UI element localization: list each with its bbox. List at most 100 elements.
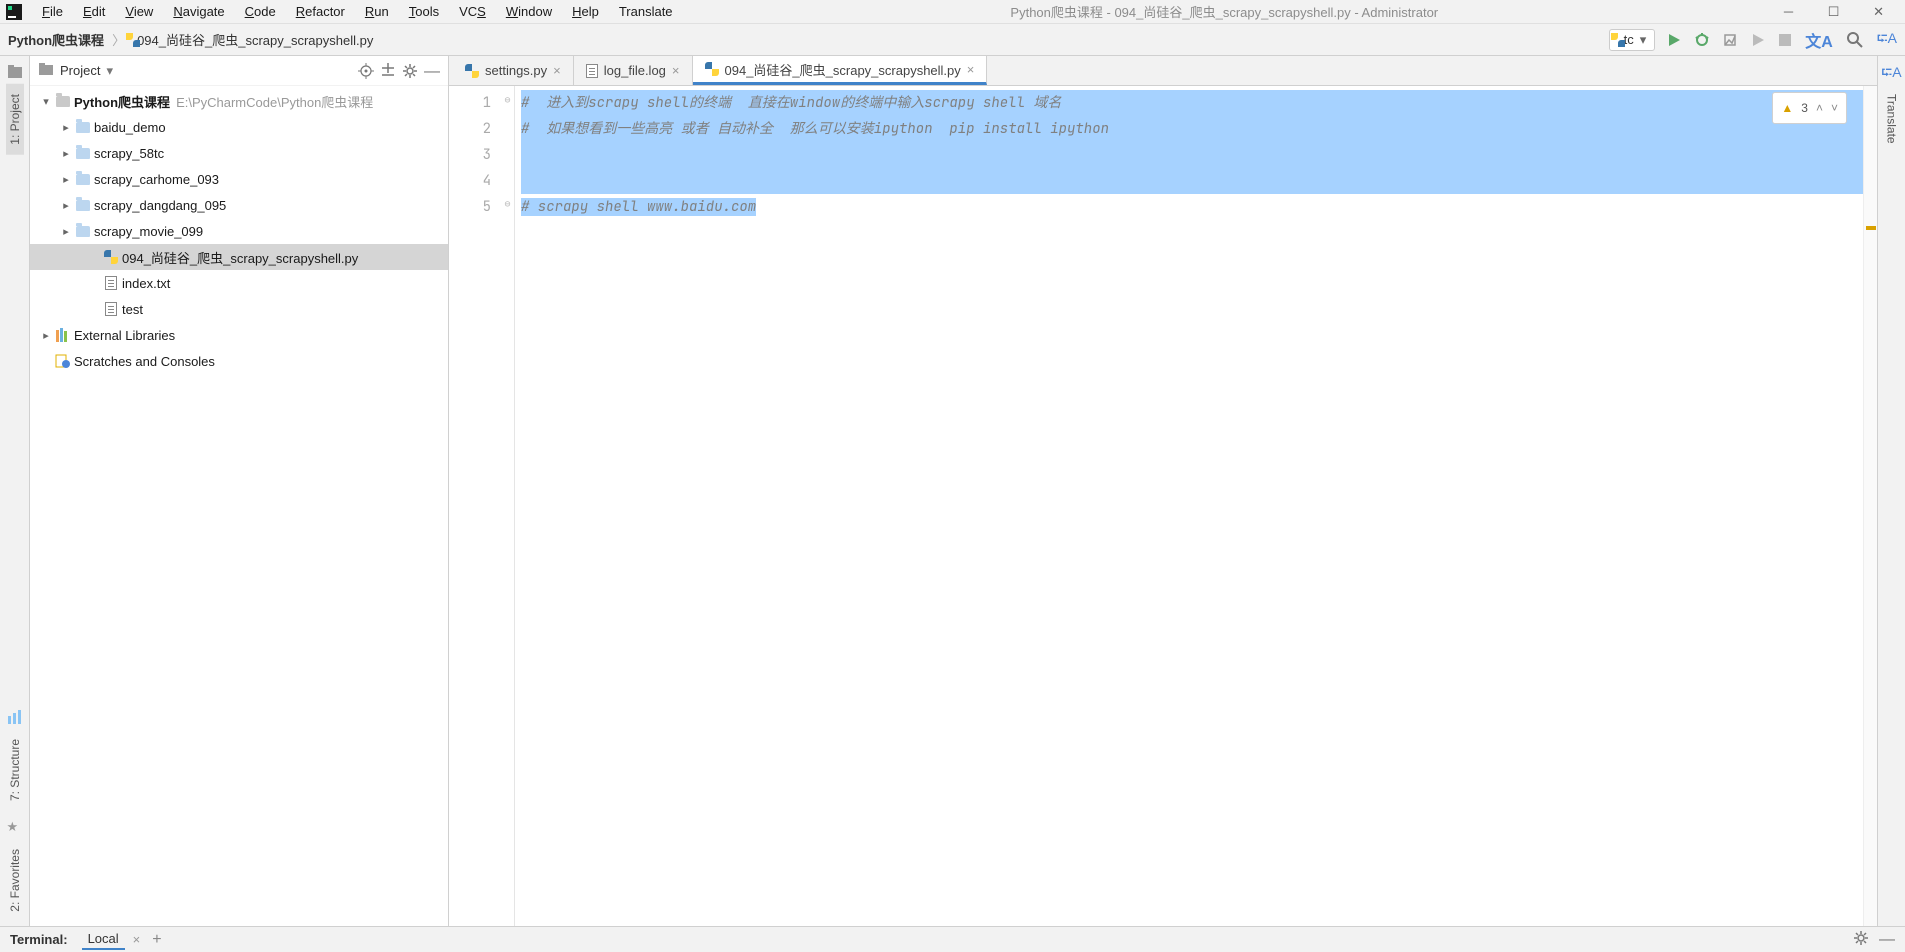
project-tree[interactable]: ▾ Python爬虫课程 E:\PyCharmCode\Python爬虫课程 ▸… — [30, 86, 448, 926]
translate-icon[interactable]: ⮓A — [1881, 62, 1901, 86]
menu-code[interactable]: Code — [235, 2, 286, 21]
menu-edit[interactable]: Edit — [73, 2, 115, 21]
coverage-button[interactable] — [1723, 33, 1737, 47]
code-line[interactable]: # 如果想看到一些高亮 或者 自动补全 那么可以安装ipython pip in… — [515, 116, 1863, 142]
tree-item-label: scrapy_58tc — [94, 146, 164, 161]
inspection-widget[interactable]: ▲ 3 ˄ ˅ — [1772, 92, 1847, 124]
translate-tool-tab[interactable]: Translate — [1885, 94, 1899, 144]
app-icon — [4, 2, 24, 22]
fold-gutter[interactable]: ⊖⊖ — [501, 86, 515, 926]
chevron-down-icon[interactable]: ˅ — [1831, 95, 1838, 121]
close-window-button[interactable]: ✕ — [1856, 0, 1901, 24]
menu-view[interactable]: View — [115, 2, 163, 21]
add-terminal-button[interactable]: + — [152, 931, 161, 949]
tree-external-libraries[interactable]: ▸ External Libraries — [30, 322, 448, 348]
editor-error-stripe[interactable] — [1863, 86, 1877, 926]
terminal-label[interactable]: Terminal: — [10, 932, 68, 947]
tree-root[interactable]: ▾ Python爬虫课程 E:\PyCharmCode\Python爬虫课程 — [30, 88, 448, 114]
stop-button[interactable] — [1779, 34, 1791, 46]
translate-icon[interactable]: 文A — [1805, 28, 1833, 52]
editor-gutter[interactable]: 12345 — [449, 86, 501, 926]
project-header-title[interactable]: Project — [60, 63, 100, 78]
menu-translate[interactable]: Translate — [609, 2, 683, 21]
code-line[interactable]: # 进入到scrapy shell的终端 直接在window的终端中输入scra… — [515, 90, 1863, 116]
chevron-right-icon[interactable]: ▸ — [38, 329, 54, 342]
structure-rail-icon — [7, 709, 23, 725]
maximize-button[interactable]: ☐ — [1811, 0, 1856, 24]
tree-item-label: index.txt — [122, 276, 170, 291]
favorites-rail-icon: ★ — [7, 819, 23, 835]
debug-button[interactable] — [1695, 33, 1709, 47]
menu-window[interactable]: Window — [496, 2, 562, 21]
chevron-right-icon[interactable]: ▸ — [58, 173, 74, 186]
locate-icon[interactable] — [358, 63, 374, 79]
menu-navigate[interactable]: Navigate — [163, 2, 234, 21]
folder-icon — [74, 148, 92, 159]
hide-tool-window-icon[interactable]: — — [424, 63, 440, 79]
tree-item[interactable]: ▸scrapy_dangdang_095 — [30, 192, 448, 218]
tree-item[interactable]: test — [30, 296, 448, 322]
project-rail-icon — [7, 64, 23, 80]
code-line[interactable]: # scrapy shell www.baidu.com — [515, 194, 1863, 220]
menu-tools[interactable]: Tools — [399, 2, 449, 21]
breadcrumb-file[interactable]: 094_尚硅谷_爬虫_scrapy_scrapyshell.py — [137, 30, 373, 49]
tree-item[interactable]: ▸scrapy_movie_099 — [30, 218, 448, 244]
code-line[interactable] — [515, 168, 1863, 194]
project-tool-tab[interactable]: 1: Project — [6, 84, 24, 155]
chevron-right-icon[interactable]: ▸ — [58, 121, 74, 134]
menu-refactor[interactable]: Refactor — [286, 2, 355, 21]
gear-icon[interactable] — [1853, 930, 1869, 949]
chevron-up-icon[interactable]: ˄ — [1816, 95, 1823, 121]
code-line[interactable] — [515, 142, 1863, 168]
structure-tool-tab[interactable]: 7: Structure — [6, 729, 24, 811]
navigation-bar: Python爬虫课程 〉 094_尚硅谷_爬虫_scrapy_scrapyshe… — [0, 24, 1905, 56]
close-icon[interactable]: × — [133, 932, 141, 947]
tree-item[interactable]: 094_尚硅谷_爬虫_scrapy_scrapyshell.py — [30, 244, 448, 270]
favorites-tool-tab[interactable]: 2: Favorites — [6, 839, 24, 922]
chevron-right-icon[interactable]: ▸ — [58, 225, 74, 238]
menu-help[interactable]: Help — [562, 2, 609, 21]
tree-root-path: E:\PyCharmCode\Python爬虫课程 — [176, 92, 373, 111]
chevron-right-icon[interactable]: ▸ — [58, 147, 74, 160]
libraries-icon — [54, 328, 72, 342]
tree-root-name: Python爬虫课程 — [74, 92, 170, 111]
chevron-right-icon[interactable]: ▸ — [58, 199, 74, 212]
python-file-icon — [465, 64, 479, 78]
tree-item[interactable]: index.txt — [30, 270, 448, 296]
tree-scratches[interactable]: Scratches and Consoles — [30, 348, 448, 374]
run-button[interactable] — [1667, 33, 1681, 47]
hide-tool-window-icon[interactable]: — — [1879, 931, 1895, 949]
profile-button[interactable] — [1751, 33, 1765, 47]
editor-tab[interactable]: 094_尚硅谷_爬虫_scrapy_scrapyshell.py× — [693, 56, 988, 85]
tree-item-label: test — [122, 302, 143, 317]
terminal-tab-local[interactable]: Local — [82, 929, 125, 950]
menu-run[interactable]: Run — [355, 2, 399, 21]
breadcrumb-root[interactable]: Python爬虫课程 — [8, 30, 104, 49]
editor-code[interactable]: ▲ 3 ˄ ˅ # 进入到scrapy shell的终端 直接在window的终… — [515, 86, 1863, 926]
close-tab-icon[interactable]: × — [672, 63, 680, 78]
run-configuration-selector[interactable]: tc ▾ — [1609, 29, 1656, 51]
tree-item[interactable]: ▸baidu_demo — [30, 114, 448, 140]
translate-toggle-icon[interactable]: ⮓A — [1877, 28, 1897, 52]
chevron-down-icon[interactable]: ▾ — [106, 63, 113, 79]
editor-tab[interactable]: log_file.log × — [574, 56, 693, 85]
tree-item-label: External Libraries — [74, 328, 175, 343]
python-file-icon — [102, 250, 120, 264]
menu-vcs[interactable]: VCS — [449, 2, 496, 21]
gear-icon[interactable] — [402, 63, 418, 79]
editor-tab-label: log_file.log — [604, 63, 666, 78]
chevron-down-icon[interactable]: ▾ — [38, 95, 54, 108]
collapse-all-icon[interactable] — [380, 63, 396, 79]
run-config-name: tc — [1624, 32, 1634, 47]
warning-count: 3 — [1801, 95, 1808, 121]
chevron-right-icon: 〉 — [112, 30, 125, 49]
menu-file[interactable]: File — [32, 2, 73, 21]
close-tab-icon[interactable]: × — [553, 63, 561, 78]
warning-icon: ▲ — [1781, 95, 1793, 121]
close-tab-icon[interactable]: × — [967, 62, 975, 77]
minimize-button[interactable]: ─ — [1766, 0, 1811, 24]
editor-tab[interactable]: settings.py× — [453, 56, 574, 85]
search-everywhere-button[interactable] — [1847, 32, 1863, 48]
tree-item[interactable]: ▸ scrapy_58tc — [30, 140, 448, 166]
tree-item[interactable]: ▸scrapy_carhome_093 — [30, 166, 448, 192]
